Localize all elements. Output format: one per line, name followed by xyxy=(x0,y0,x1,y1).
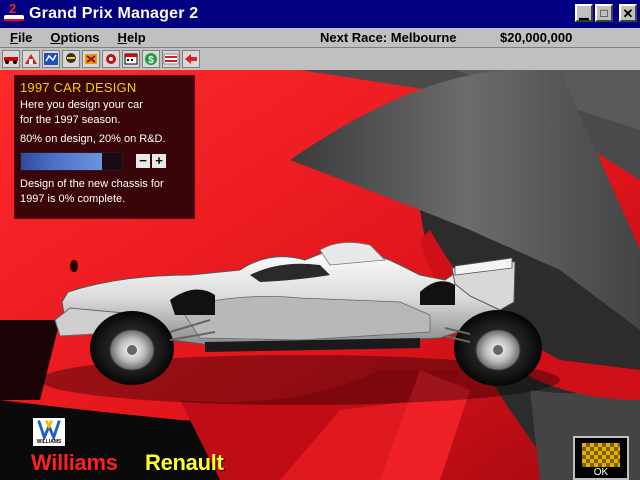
window-controls: ▁ □ ✕ xyxy=(575,4,637,22)
car-icon[interactable] xyxy=(2,50,20,68)
title-bar: 2 Grand Prix Manager 2 ▁ □ ✕ xyxy=(0,0,640,28)
design-split-label: 80% on design, 20% on R&D. xyxy=(20,133,166,145)
back-arrow-icon[interactable] xyxy=(182,50,200,68)
next-race-label: Next Race: Melbourne xyxy=(320,30,457,45)
car-scene: 1997 CAR DESIGN Here you design your car… xyxy=(0,70,640,480)
design-split-fill xyxy=(21,152,102,170)
williams-logo: WILLIAMS xyxy=(32,417,66,447)
status-line2: 1997 is 0% complete. xyxy=(20,193,126,205)
money-icon[interactable]: $ xyxy=(142,50,160,68)
team-name-williams: Williams xyxy=(31,450,118,475)
design-split-bar[interactable] xyxy=(20,151,123,171)
sponsor-icon[interactable] xyxy=(82,50,100,68)
svg-text:$: $ xyxy=(148,55,154,66)
minimize-button[interactable]: ▁ xyxy=(575,4,593,22)
menu-options[interactable]: Options xyxy=(41,30,108,45)
menu-bar: File Options Help Next Race: Melbourne $… xyxy=(0,28,640,48)
calendar-icon[interactable] xyxy=(122,50,140,68)
panel-desc-line1: Here you design your car xyxy=(20,99,143,111)
car-design-panel: 1997 CAR DESIGN Here you design your car… xyxy=(14,75,195,219)
logo-text: WILLIAMS xyxy=(36,439,62,445)
driver-icon[interactable] xyxy=(62,50,80,68)
maximize-button[interactable]: □ xyxy=(595,4,613,22)
increase-button[interactable]: + xyxy=(152,154,166,168)
app-icon[interactable]: 2 xyxy=(3,1,25,25)
status-line1: Design of the new chassis for xyxy=(20,178,164,190)
menu-file[interactable]: File xyxy=(0,30,41,45)
menu-help[interactable]: Help xyxy=(109,30,155,45)
team-icon[interactable] xyxy=(22,50,40,68)
ok-label: OK xyxy=(593,467,609,478)
checkered-flag-icon xyxy=(582,443,620,467)
panel-title: 1997 CAR DESIGN xyxy=(20,80,137,95)
window-title: Grand Prix Manager 2 xyxy=(29,5,199,22)
decrease-button[interactable]: − xyxy=(136,154,150,168)
panel-desc-line2: for the 1997 season. xyxy=(20,114,121,126)
close-button[interactable]: ✕ xyxy=(619,4,637,22)
money-label: $20,000,000 xyxy=(500,30,573,45)
design-split-control: − + xyxy=(20,151,189,171)
stats-icon[interactable] xyxy=(162,50,180,68)
map-icon[interactable] xyxy=(42,50,60,68)
split-stepper: − + xyxy=(136,154,166,168)
engine-icon[interactable] xyxy=(102,50,120,68)
toolbar: $ xyxy=(0,48,640,70)
team-name-renault: Renault xyxy=(145,450,224,475)
ok-button[interactable]: OK xyxy=(573,436,629,480)
